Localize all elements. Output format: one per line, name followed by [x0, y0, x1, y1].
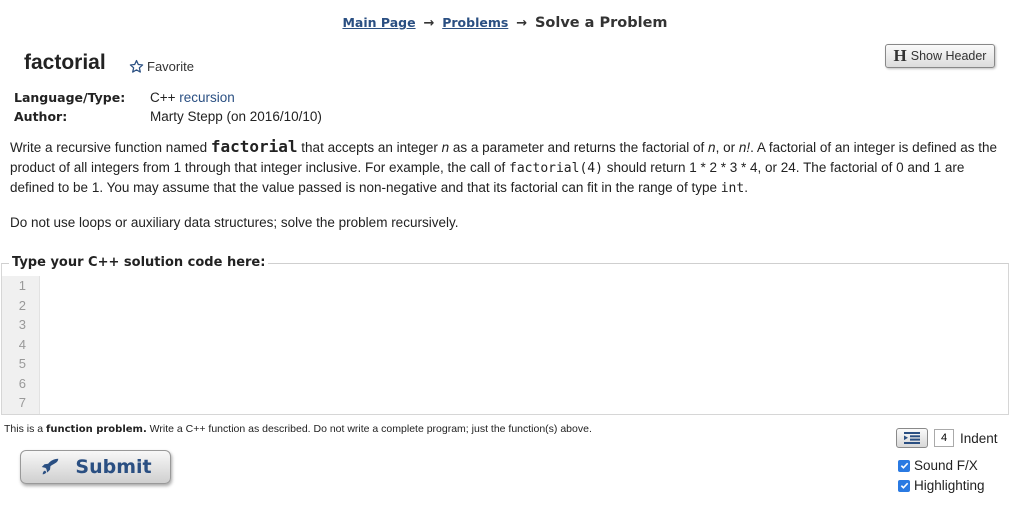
note-text: This is a	[4, 423, 47, 435]
note-text: Write a C++ function as described. Do no…	[146, 423, 592, 435]
header-icon: H	[893, 46, 907, 65]
breadcrumb-problems-link[interactable]: Problems	[442, 15, 508, 30]
desc-code: factorial(4)	[509, 160, 603, 176]
desc-text: .	[744, 180, 748, 195]
code-editor[interactable]	[41, 276, 1007, 414]
desc-text: as a parameter and returns the factorial…	[449, 140, 709, 155]
problem-type-note: This is a function problem. Write a C++ …	[4, 423, 592, 435]
line-number: 1	[18, 278, 26, 293]
desc-text: that accepts an integer	[297, 140, 442, 155]
desc-code: int	[720, 181, 745, 196]
indent-size-input[interactable]	[934, 429, 954, 447]
language-prefix: C++	[150, 90, 176, 105]
indent-button[interactable]	[896, 428, 928, 448]
indent-icon	[904, 432, 920, 444]
author-value: Marty Stepp (on 2016/10/10)	[150, 109, 322, 124]
breadcrumb-main-page-link[interactable]: Main Page	[342, 15, 415, 30]
description-paragraph: Do not use loops or auxiliary data struc…	[10, 214, 459, 230]
submit-label: Submit	[75, 456, 152, 478]
problem-meta: Language/Type: C++ recursion Author: Mar…	[14, 88, 322, 126]
desc-var: n	[708, 140, 716, 155]
highlighting-checkbox[interactable]	[898, 479, 910, 492]
breadcrumb: Main Page → Problems → Solve a Problem	[0, 15, 1010, 31]
language-key: Language/Type:	[14, 90, 126, 105]
line-number: 7	[18, 395, 26, 410]
favorite-link[interactable]: Favorite	[129, 59, 194, 74]
indent-label: Indent	[960, 430, 998, 446]
star-icon	[129, 59, 144, 73]
language-tag-link[interactable]: recursion	[179, 90, 235, 105]
problem-description: Write a recursive function named factori…	[10, 137, 1010, 246]
sound-fx-label: Sound F/X	[914, 458, 978, 473]
show-header-button[interactable]: H Show Header	[885, 44, 995, 68]
highlighting-option[interactable]: Highlighting	[898, 478, 985, 493]
submit-button[interactable]: Submit	[20, 450, 171, 484]
line-number-gutter: 1 2 3 4 5 6 7	[2, 276, 40, 414]
sound-fx-option[interactable]: Sound F/X	[898, 458, 978, 473]
function-name: factorial	[210, 137, 298, 156]
breadcrumb-current: Solve a Problem	[534, 15, 668, 31]
arrow-right-icon: →	[516, 16, 528, 31]
show-header-label: Show Header	[910, 49, 987, 63]
sound-fx-checkbox[interactable]	[898, 459, 910, 472]
arrow-right-icon: →	[423, 16, 435, 31]
highlighting-label: Highlighting	[914, 478, 985, 493]
checkmark-icon	[900, 482, 908, 489]
checkmark-icon	[900, 462, 908, 469]
note-bold: function problem.	[46, 424, 147, 435]
line-number: 6	[18, 375, 26, 391]
line-number: 2	[18, 297, 26, 313]
favorite-label: Favorite	[147, 59, 194, 74]
description-paragraph: Write a recursive function named factori…	[10, 137, 1010, 199]
problem-title: factorial	[24, 51, 106, 74]
rocket-icon	[42, 458, 59, 475]
code-editor-legend: Type your C++ solution code here:	[9, 255, 269, 270]
indent-controls: Indent	[896, 428, 998, 448]
desc-text: Write a recursive function named	[10, 140, 211, 155]
line-number: 3	[18, 317, 26, 332]
desc-var: n!	[738, 140, 751, 155]
author-key: Author:	[14, 109, 68, 124]
desc-text: , or	[715, 140, 739, 155]
line-number: 5	[18, 356, 26, 371]
line-number: 4	[18, 336, 26, 352]
